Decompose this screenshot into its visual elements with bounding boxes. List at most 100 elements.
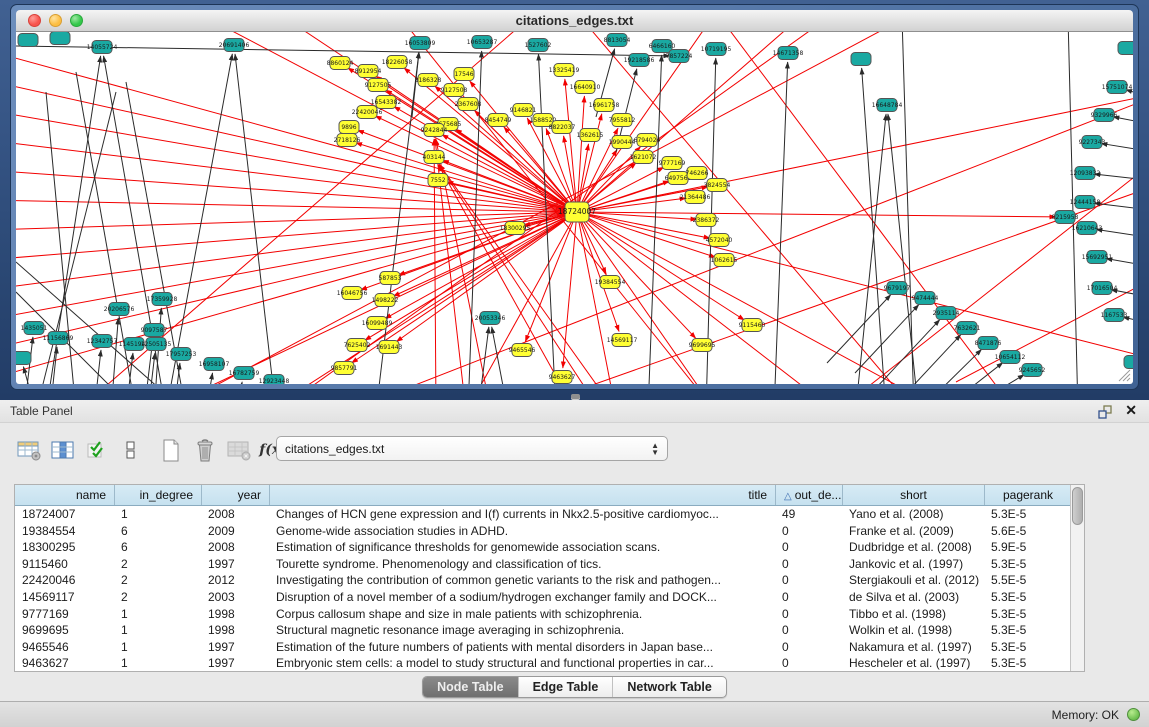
table-cell[interactable]: 0 [775, 639, 842, 656]
table-row[interactable]: 1938455462009Genome-wide association stu… [15, 523, 1071, 540]
table-cell[interactable]: Tibbo et al. (1998) [842, 606, 984, 623]
network-node[interactable]: 746266 [686, 167, 709, 180]
network-canvas[interactable]: 1405572420691406160538091065328715276028… [16, 32, 1133, 384]
network-node[interactable]: 403144 [423, 151, 446, 164]
network-node[interactable]: 16099489 [362, 317, 393, 330]
network-edge[interactable] [236, 382, 242, 384]
network-node[interactable]: 2386372 [693, 214, 720, 227]
network-node[interactable]: 10654112 [995, 351, 1026, 364]
table-cell[interactable]: Embryonic stem cells: a model to study s… [269, 655, 775, 672]
network-node[interactable]: 14569117 [607, 334, 638, 347]
table-cell[interactable]: Estimation of significance thresholds fo… [269, 539, 775, 556]
network-node[interactable]: 9896 [339, 121, 359, 134]
table-cell[interactable]: 0 [775, 655, 842, 672]
network-node[interactable]: 9777169 [659, 157, 686, 170]
network-node[interactable]: 16648784 [872, 99, 903, 112]
network-node[interactable]: 16782759 [229, 367, 260, 380]
network-edge[interactable] [855, 305, 919, 373]
table-cell[interactable]: Estimation of the future numbers of pati… [269, 639, 775, 656]
network-node[interactable]: 4572040 [706, 234, 733, 247]
table-row[interactable]: 1872400712008Changes of HCN gene express… [15, 506, 1071, 523]
network-node[interactable]: 19384554 [595, 276, 626, 289]
scrollbar-thumb[interactable] [1072, 487, 1083, 525]
table-vertical-scrollbar[interactable] [1070, 485, 1084, 671]
table-cell[interactable]: 1 [114, 506, 201, 523]
close-window-icon[interactable] [28, 14, 41, 27]
table-cell[interactable]: 5.3E-5 [984, 506, 1071, 523]
table-cell[interactable]: 14569117 [15, 589, 114, 606]
network-node[interactable]: 17016504 [1087, 282, 1118, 295]
table-cell[interactable]: 2009 [201, 523, 269, 540]
float-panel-icon[interactable] [1097, 404, 1113, 420]
table-cell[interactable]: Jankovic et al. (1997) [842, 556, 984, 573]
table-cell[interactable]: 2003 [201, 589, 269, 606]
tab-node-table[interactable]: Node Table [423, 677, 517, 697]
network-node[interactable]: 8186328 [415, 74, 442, 87]
network-node[interactable]: 16053809 [405, 37, 436, 50]
network-node[interactable]: 14055724 [87, 41, 118, 54]
network-edge[interactable] [827, 295, 891, 363]
network-edge[interactable] [577, 212, 946, 384]
network-node[interactable]: 18226058 [382, 56, 413, 69]
network-edge[interactable] [126, 353, 133, 384]
network-node[interactable]: 21364486 [680, 191, 711, 204]
table-cell[interactable]: 5.3E-5 [984, 589, 1071, 606]
new-table-button[interactable] [156, 435, 186, 465]
table-cell[interactable]: 18724007 [15, 506, 114, 523]
network-node[interactable]: 13325419 [549, 64, 580, 77]
table-cell[interactable]: 9115460 [15, 556, 114, 573]
table-cell[interactable]: 0 [775, 606, 842, 623]
network-node[interactable]: 12923448 [259, 375, 290, 385]
table-cell[interactable]: Stergiakouli et al. (2012) [842, 572, 984, 589]
network-node[interactable]: 3824554 [704, 179, 731, 192]
network-node[interactable]: 20206576 [104, 303, 135, 316]
table-row[interactable]: 977716911998Corpus callosum shape and si… [15, 606, 1071, 623]
network-node[interactable]: 9329966 [1091, 109, 1118, 122]
network-node[interactable]: 8813054 [604, 34, 631, 47]
network-edge[interactable] [897, 335, 961, 384]
network-edge[interactable] [962, 375, 1024, 384]
table-cell[interactable]: 1 [114, 639, 201, 656]
network-edge[interactable] [902, 32, 914, 384]
table-cell[interactable]: 5.3E-5 [984, 622, 1071, 639]
network-node[interactable]: 16961758 [589, 99, 620, 112]
network-edge[interactable] [862, 68, 886, 384]
network-node[interactable]: 1435051 [21, 322, 48, 335]
column-header-pagerank[interactable]: pagerank [984, 485, 1071, 505]
table-selector-dropdown[interactable]: citations_edges.txt ▲▼ [276, 436, 668, 461]
network-node[interactable]: 9245652 [1019, 364, 1046, 377]
column-header-year[interactable]: year [201, 485, 269, 505]
network-node[interactable]: 9097587 [141, 324, 168, 337]
table-cell[interactable]: 0 [775, 589, 842, 606]
table-cell[interactable]: Dudbridge et al. (2008) [842, 539, 984, 556]
network-edge[interactable] [16, 50, 577, 212]
window-resize-grip[interactable] [1117, 368, 1131, 382]
table-cell[interactable]: Nakamura et al. (1997) [842, 639, 984, 656]
table-cell[interactable]: 9465546 [15, 639, 114, 656]
network-node[interactable]: 9146821 [510, 104, 537, 117]
table-cell[interactable]: 1998 [201, 606, 269, 623]
table-cell[interactable]: 1 [114, 655, 201, 672]
network-node[interactable]: 9474444 [912, 292, 939, 305]
table-row[interactable]: 946362711997Embryonic stem cells: a mode… [15, 655, 1071, 672]
network-node[interactable]: 2935114 [933, 307, 960, 320]
network-edge[interactable] [16, 170, 577, 212]
column-header-out_de[interactable]: △out_de... [775, 485, 842, 505]
network-edge[interactable] [16, 140, 577, 212]
table-cell[interactable]: 18300295 [15, 539, 114, 556]
table-cell[interactable]: Investigating the contribution of common… [269, 572, 775, 589]
table-cell[interactable]: Changes of HCN gene expression and I(f) … [269, 506, 775, 523]
network-edge[interactable] [888, 114, 918, 384]
network-node[interactable]: 1527602 [525, 39, 552, 52]
table-cell[interactable]: Genome-wide association studies in ADHD. [269, 523, 775, 540]
table-cell[interactable]: Tourette syndrome. Phenomenology and cla… [269, 556, 775, 573]
network-node[interactable]: 1362615 [577, 129, 604, 142]
table-cell[interactable]: 5.3E-5 [984, 556, 1071, 573]
network-node[interactable]: 8471876 [975, 337, 1002, 350]
network-node[interactable] [1124, 356, 1133, 369]
network-node[interactable]: 1167533 [1101, 309, 1128, 322]
network-window-titlebar[interactable]: citations_edges.txt [16, 10, 1133, 32]
table-cell[interactable]: 0 [775, 523, 842, 540]
network-node[interactable]: 1621072 [630, 151, 657, 164]
panel-splitter-handle[interactable] [571, 394, 580, 399]
